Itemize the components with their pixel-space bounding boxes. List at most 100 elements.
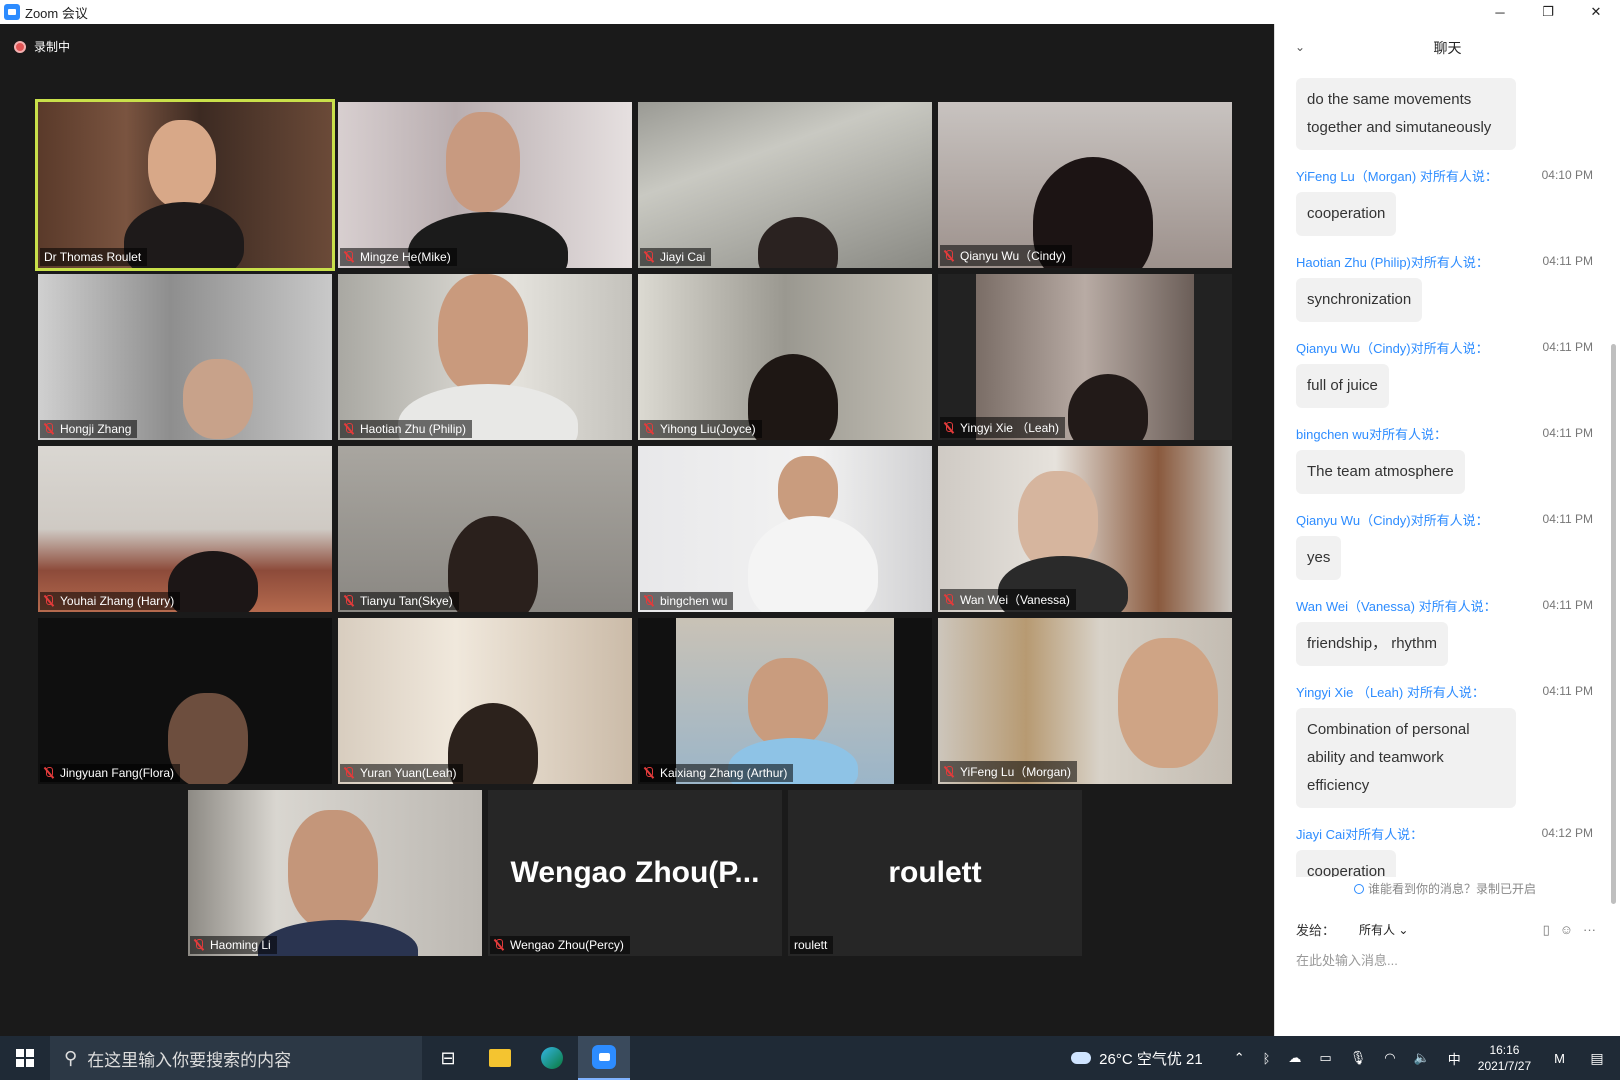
microphone-icon[interactable]: 🎙 [1350,1050,1367,1066]
video-tile[interactable]: Hongji Zhang [38,274,332,440]
minimize-button[interactable]: ─ [1476,0,1524,24]
edge-icon [541,1047,563,1069]
chat-recipient: 对所有人说： [1410,254,1489,270]
chat-sender[interactable]: YiFeng Lu（Morgan) [1296,169,1420,184]
more-icon[interactable]: ··· [1583,922,1596,938]
participant-name-tag: Yuran Yuan(Leah) [340,764,463,782]
chat-message-text: full of juice [1296,364,1389,408]
task-view-button[interactable]: ⊟ [422,1036,474,1080]
participant-name-tag: Hongji Zhang [40,420,138,438]
file-icon[interactable]: ▯ [1543,922,1550,938]
video-tile[interactable]: Jingyuan Fang(Flora) [38,618,332,784]
recording-indicator[interactable]: 录制中 [14,38,70,55]
video-tile[interactable]: Tianyu Tan(Skye) [338,446,632,612]
chat-sender[interactable]: Haotian Zhu (Philip) [1296,255,1411,270]
chat-recipient: 对所有人说： [1369,426,1448,442]
chat-recipient: 对所有人说： [1410,512,1489,528]
app-icon[interactable]: M [1554,1051,1565,1066]
start-button[interactable] [0,1036,50,1080]
mic-muted-icon [44,767,54,779]
participant-name-tag: bingchen wu [640,592,734,610]
chat-sender[interactable]: Yingyi Xie （Leah) [1296,685,1407,700]
video-tile[interactable]: roulett roulett [788,790,1082,956]
bluetooth-icon[interactable]: ᛒ [1263,1051,1271,1066]
video-tile[interactable]: Wan Wei（Vanessa) [938,446,1232,612]
user-icon [1353,884,1364,894]
mic-muted-icon [344,251,354,263]
ime-indicator[interactable]: 中 [1448,1049,1461,1068]
chat-recipient: 对所有人说： [1410,340,1489,356]
taskbar-search[interactable]: ⚲ 在这里输入你要搜索的内容 [50,1036,422,1080]
weather-widget[interactable]: 26°C 空气优 21 [1071,1048,1203,1069]
video-tile[interactable]: Qianyu Wu（Cindy) [938,102,1232,268]
video-tile[interactable]: bingchen wu [638,446,932,612]
chat-visibility-notice[interactable]: 谁能看到你的消息？录制已开启 [1275,880,1615,897]
chat-message-text: The team atmosphere [1296,450,1465,494]
battery-icon[interactable]: ▭ [1319,1050,1331,1066]
restore-button[interactable]: ❐ [1524,0,1572,24]
chat-time: 04:11 PM [1542,426,1593,440]
video-tile[interactable]: Dr Thomas Roulet [35,99,335,271]
onedrive-icon[interactable]: ☁ [1288,1050,1301,1066]
wifi-icon[interactable]: ◠ [1384,1050,1395,1066]
participant-name-tag: Kaixiang Zhang (Arthur) [640,764,794,782]
video-tile[interactable]: Yingyi Xie （Leah) [938,274,1232,440]
emoji-icon[interactable]: ☺ [1560,922,1573,938]
mic-muted-icon [344,767,354,779]
zoom-taskbar-button[interactable] [578,1036,630,1080]
video-tile[interactable]: Youhai Zhang (Harry) [38,446,332,612]
chat-sender[interactable]: Qianyu Wu（Cindy) [1296,341,1411,356]
participant-name-tag: Jingyuan Fang(Flora) [40,764,181,782]
video-tile[interactable]: Haotian Zhu (Philip) [338,274,632,440]
chevron-up-icon[interactable]: ⌃ [1234,1050,1245,1066]
participant-name-tag: roulett [790,936,834,954]
chat-time: 04:11 PM [1542,598,1593,612]
participant-name-tag: Yihong Liu(Joyce) [640,420,762,438]
volume-icon[interactable]: 🔈 [1414,1050,1430,1066]
send-to-label: 发给： [1296,923,1336,938]
taskbar: ⚲ 在这里输入你要搜索的内容 ⊟ 26°C 空气优 21 ⌃ ᛒ ☁ ▭ 🎙 ◠… [0,1036,1620,1080]
video-tile[interactable]: Haoming Li [188,790,482,956]
chat-title: 聊天 [1433,40,1462,56]
video-tile[interactable]: Yihong Liu(Joyce) [638,274,932,440]
chat-sender[interactable]: Jiayi Cai [1296,827,1345,842]
edge-button[interactable] [526,1036,578,1080]
participant-name-tag: YiFeng Lu（Morgan) [940,761,1077,782]
video-tile[interactable]: Wengao Zhou(P... Wengao Zhou(Percy) [488,790,782,956]
chat-sender[interactable]: Wan Wei（Vanessa) [1296,599,1419,614]
chat-message: bingchen wu对所有人说： 04:11 PM The team atmos… [1275,422,1615,508]
clock[interactable]: 16:16 2021/7/27 [1478,1042,1531,1074]
mic-muted-icon [344,423,354,435]
mic-muted-icon [944,765,954,778]
video-tile[interactable]: Kaixiang Zhang (Arthur) [638,618,932,784]
chat-time: 04:11 PM [1542,340,1593,354]
mic-muted-icon [644,423,654,435]
participant-display-name: Wengao Zhou(P... [510,856,760,889]
zoom-icon [592,1045,616,1069]
chat-message-text: yes [1296,536,1342,580]
chat-scrollbar[interactable] [1611,344,1616,904]
file-explorer-button[interactable] [474,1036,526,1080]
chat-message-text: cooperation [1296,850,1397,877]
video-tile[interactable]: Jiayi Cai [638,102,932,268]
participant-name-tag: Wan Wei（Vanessa) [940,589,1076,610]
chat-sender[interactable]: Qianyu Wu（Cindy) [1296,513,1411,528]
chevron-down-icon[interactable]: ⌄ [1295,40,1305,54]
mic-muted-icon [194,939,204,951]
chat-recipient: 对所有人说： [1345,826,1424,842]
chat-message: Jiayi Cai对所有人说： 04:12 PM cooperation [1275,822,1615,877]
mic-muted-icon [44,595,54,607]
video-tile[interactable]: YiFeng Lu（Morgan) [938,618,1232,784]
search-icon: ⚲ [64,1047,78,1068]
video-tile[interactable]: Mingze He(Mike) [338,102,632,268]
system-tray: 26°C 空气优 21 ⌃ ᛒ ☁ ▭ 🎙 ◠ 🔈 中 16:16 2021/7… [1071,1036,1620,1080]
mic-muted-icon [644,767,654,779]
notification-button[interactable]: ▤ [1574,1036,1620,1080]
video-tile[interactable]: Yuran Yuan(Leah) [338,618,632,784]
chat-sender[interactable]: bingchen wu [1296,427,1369,442]
send-to-dropdown[interactable]: 所有人 ⌄ [1359,921,1408,938]
chat-input[interactable]: 在此处输入消息... [1296,950,1398,969]
chat-message-list[interactable]: do the same movements together and simut… [1275,72,1615,877]
close-button[interactable]: ✕ [1572,0,1620,24]
mic-muted-icon [44,423,54,435]
